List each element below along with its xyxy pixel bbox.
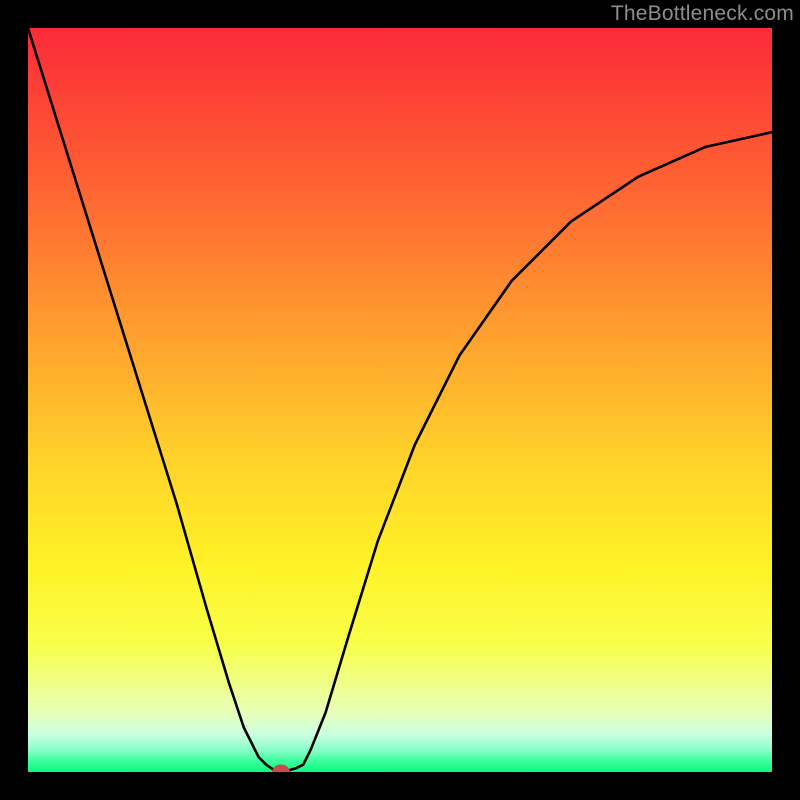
bottleneck-marker <box>272 765 290 772</box>
bottleneck-curve <box>28 28 772 772</box>
curve-path <box>28 28 772 772</box>
watermark-text: TheBottleneck.com <box>611 2 794 26</box>
plot-area <box>28 28 772 772</box>
chart-frame: TheBottleneck.com <box>0 0 800 800</box>
